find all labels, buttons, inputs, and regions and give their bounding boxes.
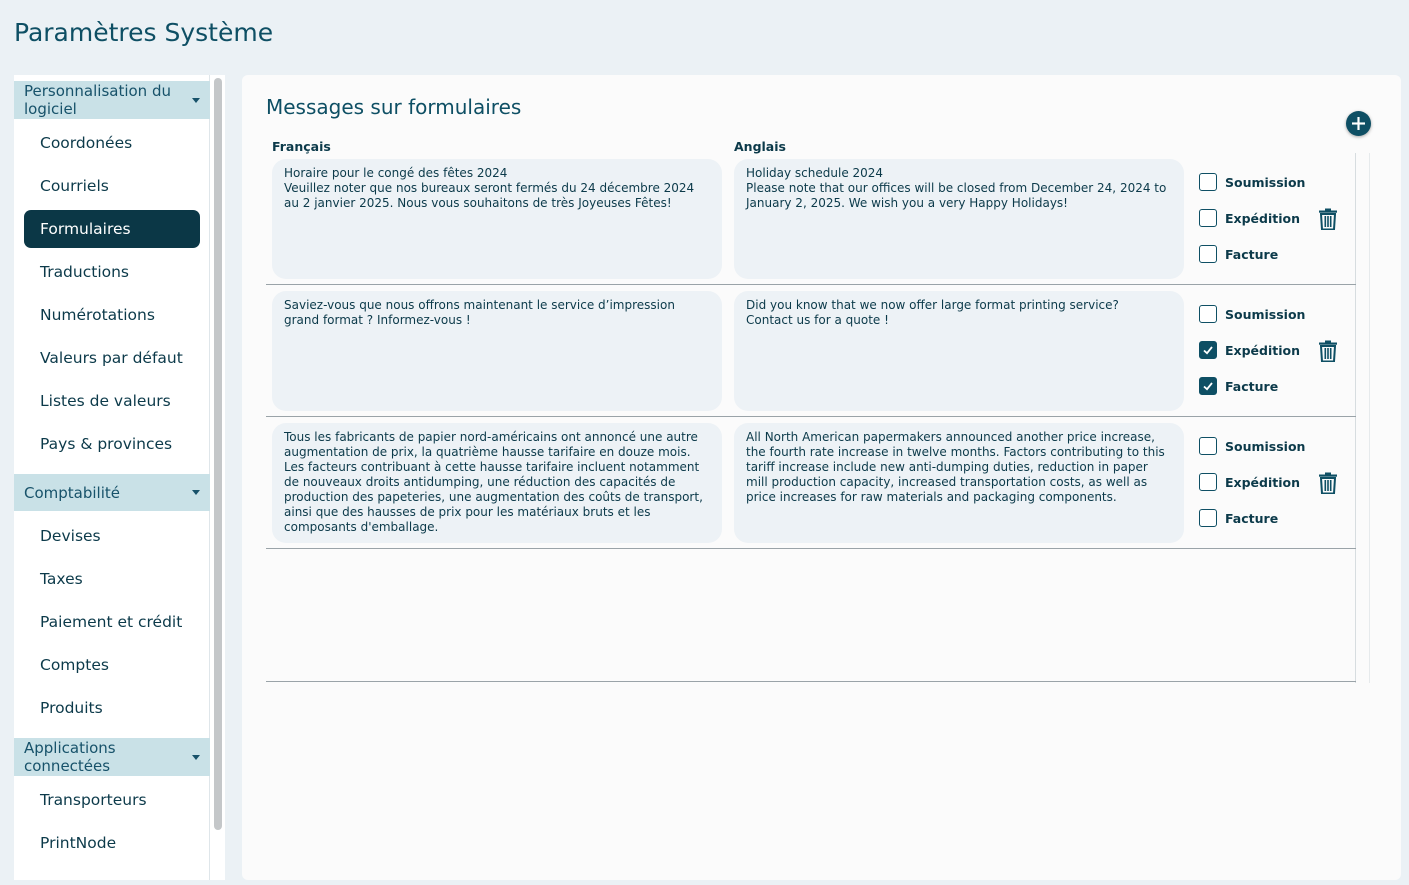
invoice-checkbox[interactable]: Facture xyxy=(1199,377,1278,395)
message-row: Horaire pour le congé des fêtes 2024 Veu… xyxy=(266,153,1356,285)
section-title: Messages sur formulaires xyxy=(266,95,522,119)
chevron-down-icon xyxy=(192,97,200,103)
sidebar-item-courriels[interactable]: Courriels xyxy=(24,167,200,205)
message-fr-field[interactable]: Horaire pour le congé des fêtes 2024 Veu… xyxy=(272,159,722,279)
checkbox-label: Expédition xyxy=(1225,474,1301,490)
message-en-field[interactable]: Did you know that we now offer large for… xyxy=(734,291,1184,411)
chevron-down-icon xyxy=(192,754,200,760)
checkbox-label: Soumission xyxy=(1225,438,1306,454)
sidebar-item-devises[interactable]: Devises xyxy=(24,517,200,555)
sidebar-item-coordonees[interactable]: Coordonées xyxy=(24,124,200,162)
checkbox-box xyxy=(1199,209,1217,227)
checkbox-box xyxy=(1199,173,1217,191)
checkmark-icon xyxy=(1203,346,1213,355)
checkbox-label: Soumission xyxy=(1225,306,1306,322)
sidebar-item-valeurs-defaut[interactable]: Valeurs par défaut xyxy=(24,339,200,377)
checkbox-label: Expédition xyxy=(1225,342,1301,358)
shipping-checkbox[interactable]: Expédition xyxy=(1199,209,1300,227)
submission-checkbox[interactable]: Soumission xyxy=(1199,173,1305,191)
checkbox-box-checked xyxy=(1199,377,1217,395)
sidebar-item-produits[interactable]: Produits xyxy=(24,689,200,727)
plus-icon xyxy=(1352,117,1365,130)
chevron-down-icon xyxy=(192,490,200,495)
message-row: Saviez-vous que nous offrons maintenant … xyxy=(266,285,1356,417)
column-header-fr: Français xyxy=(272,139,331,154)
sidebar-scrollbar[interactable] xyxy=(214,78,222,830)
submission-checkbox[interactable]: Soumission xyxy=(1199,305,1305,323)
sidebar-item-printnode[interactable]: PrintNode xyxy=(24,824,200,862)
page-title: Paramètres Système xyxy=(14,18,274,47)
checkbox-box xyxy=(1199,473,1217,491)
trash-icon[interactable] xyxy=(1318,208,1338,230)
message-fr-field[interactable]: Tous les fabricants de papier nord-améri… xyxy=(272,423,722,543)
sidebar-item-traductions[interactable]: Traductions xyxy=(24,253,200,291)
checkbox-box xyxy=(1199,437,1217,455)
message-fr-field[interactable]: Saviez-vous que nous offrons maintenant … xyxy=(272,291,722,411)
section-label: Applications connectées xyxy=(24,739,116,775)
checkmark-icon xyxy=(1203,382,1213,391)
invoice-checkbox[interactable]: Facture xyxy=(1199,509,1278,527)
sidebar-menu: Personnalisation du logiciel Coordonées … xyxy=(14,75,210,880)
invoice-checkbox[interactable]: Facture xyxy=(1199,245,1278,263)
main-panel: Messages sur formulaires Français Anglai… xyxy=(242,75,1401,880)
message-en-field[interactable]: Holiday schedule 2024 Please note that o… xyxy=(734,159,1184,279)
sidebar-item-transporteurs[interactable]: Transporteurs xyxy=(24,781,200,819)
section-applications[interactable]: Applications connectées xyxy=(14,738,210,776)
section-label: Personnalisation du logiciel xyxy=(24,82,171,118)
sidebar-item-comptes[interactable]: Comptes xyxy=(24,646,200,684)
checkbox-label: Facture xyxy=(1225,510,1279,526)
checkbox-label: Expédition xyxy=(1225,210,1301,226)
checkbox-label: Facture xyxy=(1225,246,1279,262)
checkbox-box-checked xyxy=(1199,341,1217,359)
sidebar-item-numerotations[interactable]: Numérotations xyxy=(24,296,200,334)
sidebar-item-paiement-credit[interactable]: Paiement et crédit xyxy=(24,603,200,641)
sidebar: Personnalisation du logiciel Coordonées … xyxy=(14,75,225,880)
shipping-checkbox[interactable]: Expédition xyxy=(1199,341,1300,359)
add-message-button[interactable] xyxy=(1346,111,1371,136)
checkbox-box xyxy=(1199,305,1217,323)
sidebar-item-listes-valeurs[interactable]: Listes de valeurs xyxy=(24,382,200,420)
trash-icon[interactable] xyxy=(1318,472,1338,494)
message-row: Tous les fabricants de papier nord-améri… xyxy=(266,417,1356,549)
section-comptabilite[interactable]: Comptabilité xyxy=(14,474,210,511)
section-label: Comptabilité xyxy=(24,483,120,502)
list-border xyxy=(1369,153,1370,683)
trash-icon[interactable] xyxy=(1318,340,1338,362)
shipping-checkbox[interactable]: Expédition xyxy=(1199,473,1300,491)
list-bottom-divider xyxy=(266,681,1356,682)
sidebar-item-pays-provinces[interactable]: Pays & provinces xyxy=(24,425,200,463)
checkbox-label: Soumission xyxy=(1225,174,1306,190)
checkbox-box xyxy=(1199,245,1217,263)
column-header-en: Anglais xyxy=(734,139,786,154)
sidebar-item-formulaires[interactable]: Formulaires xyxy=(24,210,200,248)
checkbox-box xyxy=(1199,509,1217,527)
message-en-field[interactable]: All North American papermakers announced… xyxy=(734,423,1184,543)
submission-checkbox[interactable]: Soumission xyxy=(1199,437,1305,455)
section-personnalisation[interactable]: Personnalisation du logiciel xyxy=(14,81,210,119)
checkbox-label: Facture xyxy=(1225,378,1279,394)
sidebar-item-taxes[interactable]: Taxes xyxy=(24,560,200,598)
